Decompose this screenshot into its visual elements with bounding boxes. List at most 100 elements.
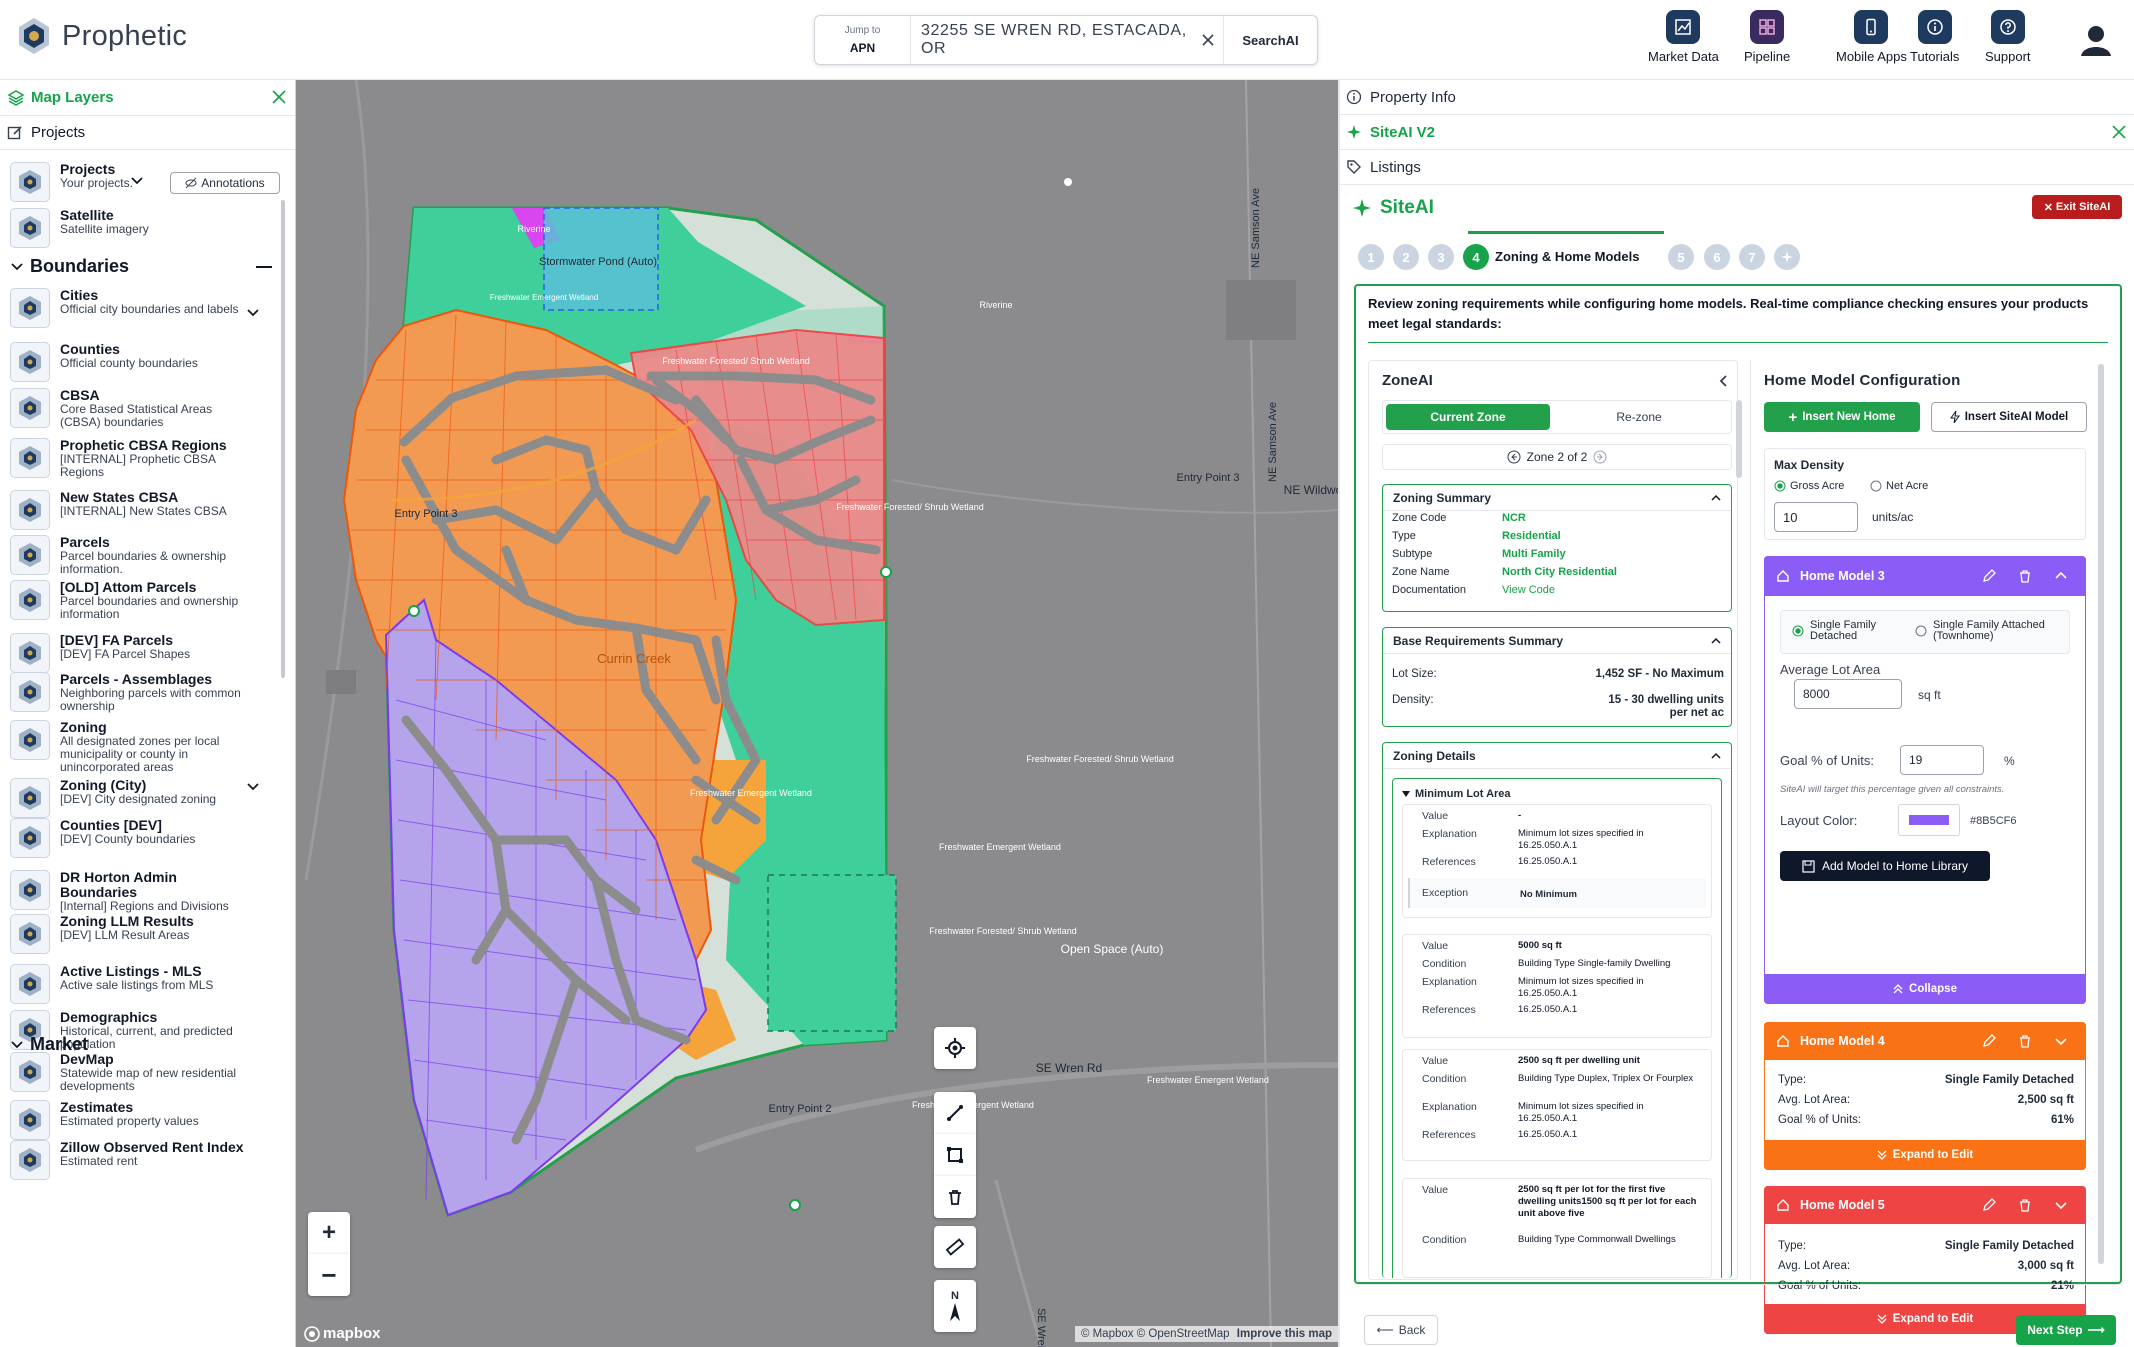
layer-item[interactable]: [OLD] Attom Parcels Parcel boundaries and… [10, 580, 288, 621]
model4-expand-button[interactable]: Expand to Edit [1764, 1140, 2086, 1170]
add-to-home-library-button[interactable]: Add Model to Home Library [1780, 851, 1990, 881]
searchai-button[interactable]: SearchAI [1223, 16, 1317, 64]
zoom-out-icon[interactable]: − [308, 1254, 350, 1296]
pencil-icon[interactable] [1982, 569, 1996, 588]
minimum-lot-area-header[interactable]: Minimum Lot Area [1402, 788, 1511, 800]
pencil-icon[interactable] [1982, 1034, 1996, 1053]
layer-list-scrollbar[interactable] [281, 200, 285, 678]
delete-icon[interactable] [2018, 569, 2032, 588]
max-density-input[interactable]: 10 [1774, 502, 1858, 532]
draw-polygon-icon[interactable] [934, 1134, 976, 1176]
layer-item[interactable]: Satellite Satellite imagery [10, 208, 288, 248]
nav-market-data[interactable]: Market Data [1648, 10, 1719, 64]
layer-item[interactable]: Counties Official county boundaries [10, 342, 288, 382]
home-model-scrollbar[interactable] [2098, 364, 2104, 1264]
attribution-text[interactable]: © Mapbox © OpenStreetMap [1081, 1328, 1230, 1340]
layer-item[interactable]: [DEV] FA Parcels [DEV] FA Parcel Shapes [10, 633, 288, 673]
chevron-left-icon[interactable] [1718, 374, 1730, 393]
chevron-down-icon[interactable] [130, 174, 144, 193]
chevron-down-icon[interactable] [2054, 1198, 2068, 1217]
pencil-icon[interactable] [1982, 1198, 1996, 1217]
improve-map-link[interactable]: Improve this map [1237, 1328, 1332, 1340]
jump-to-select[interactable]: Jump to APN [815, 16, 911, 64]
nav-tutorials[interactable]: Tutorials [1910, 10, 1959, 64]
tab-listings[interactable]: Listings [1340, 150, 2134, 185]
home-model-5-header[interactable]: Home Model 5 [1764, 1186, 2086, 1224]
home-model-3-header[interactable]: Home Model 3 [1764, 556, 2086, 596]
clear-search-icon[interactable] [1193, 16, 1223, 64]
collapse-button[interactable]: Collapse [1764, 974, 2086, 1004]
home-model-4-header[interactable]: Home Model 4 [1764, 1022, 2086, 1060]
rezone-tab[interactable]: Re-zone [1550, 404, 1728, 430]
market-section-header[interactable]: Market [10, 1034, 88, 1055]
chevron-up-icon[interactable] [2054, 569, 2068, 588]
nav-pipeline[interactable]: Pipeline [1744, 10, 1790, 64]
address-search-input[interactable]: 32255 SE WREN RD, ESTACADA, OR [911, 16, 1193, 64]
layer-item[interactable]: Zestimates Estimated property values [10, 1100, 288, 1140]
layer-item[interactable]: Zoning All designated zones per local mun… [10, 720, 288, 774]
step-2[interactable]: 2 [1393, 244, 1419, 270]
annotations-button[interactable]: Annotations [170, 172, 280, 194]
chevron-down-icon[interactable] [246, 780, 260, 799]
delete-icon[interactable] [2018, 1198, 2032, 1217]
chevron-down-icon[interactable] [246, 306, 260, 325]
gross-acre-radio[interactable]: Gross Acre [1774, 480, 1844, 492]
layer-item[interactable]: Parcels - Assemblages Neighboring parcels… [10, 672, 288, 713]
brand-logo[interactable]: Prophetic [16, 16, 187, 56]
layer-item[interactable]: DevMap Statewide map of new residential d… [10, 1052, 288, 1093]
step-final-sparkle-icon[interactable] [1774, 244, 1800, 270]
user-avatar-icon[interactable] [2076, 20, 2116, 65]
nav-mobile-apps[interactable]: Mobile Apps [1836, 10, 1907, 64]
view-code-link[interactable]: View Code [1502, 584, 1555, 596]
site-plan-map[interactable]: Stormwater Pond (Auto) Riverine Riverine… [296, 80, 1338, 1347]
step-5[interactable]: 5 [1668, 244, 1694, 270]
layer-item[interactable]: New States CBSA [INTERNAL] New States CBS… [10, 490, 288, 530]
goal-units-input[interactable]: 19 [1900, 745, 1984, 775]
step-1[interactable]: 1 [1358, 244, 1384, 270]
arrow-left-circle-icon[interactable] [1507, 450, 1521, 464]
zoom-in-icon[interactable]: + [308, 1212, 350, 1254]
layer-item[interactable]: DR Horton Admin Boundaries [Internal] Reg… [10, 870, 288, 913]
exit-siteai-button[interactable]: ✕ Exit SiteAI [2032, 195, 2122, 219]
locate-icon[interactable] [934, 1027, 976, 1069]
boundaries-section-header[interactable]: Boundaries [10, 256, 129, 277]
current-zone-tab[interactable]: Current Zone [1386, 404, 1550, 430]
chevron-down-icon[interactable] [2054, 1034, 2068, 1053]
arrow-right-circle-icon[interactable] [1593, 450, 1607, 464]
ruler-icon[interactable] [934, 1226, 976, 1268]
close-siteai-icon[interactable] [2112, 125, 2126, 144]
projects-link[interactable]: Projects [0, 116, 295, 150]
delete-icon[interactable] [2018, 1034, 2032, 1053]
next-step-button[interactable]: Next Step ⟶ [2016, 1315, 2116, 1345]
layer-item[interactable]: Zillow Observed Rent Index Estimated rent [10, 1140, 288, 1180]
compass-icon[interactable]: N [934, 1280, 976, 1332]
zoning-details-header[interactable]: Zoning Details [1383, 743, 1731, 769]
draw-line-icon[interactable] [934, 1092, 976, 1134]
step-3[interactable]: 3 [1428, 244, 1454, 270]
single-family-detached-radio[interactable]: Single Family Detached [1792, 620, 1890, 642]
tab-siteai-v2[interactable]: SiteAI V2 [1340, 115, 2134, 150]
layout-color-picker[interactable] [1898, 804, 1960, 836]
step-6[interactable]: 6 [1704, 244, 1730, 270]
layer-item[interactable]: Prophetic CBSA Regions [INTERNAL] Prophet… [10, 438, 288, 479]
zoning-summary-header[interactable]: Zoning Summary [1383, 485, 1731, 511]
map-canvas[interactable]: Stormwater Pond (Auto) Riverine Riverine… [296, 80, 1338, 1347]
average-lot-area-input[interactable]: 8000 [1794, 679, 1902, 709]
insert-new-home-button[interactable]: + Insert New Home [1764, 402, 1920, 432]
layer-item[interactable]: CBSA Core Based Statistical Areas (CBSA) … [10, 388, 288, 429]
zoneai-scrollbar[interactable] [1736, 400, 1742, 478]
collapse-section-icon[interactable] [256, 266, 272, 268]
trash-icon[interactable] [934, 1176, 976, 1218]
layer-item[interactable]: Counties [DEV] [DEV] County boundaries [10, 818, 288, 858]
step-4[interactable]: 4 [1463, 244, 1489, 270]
base-requirements-header[interactable]: Base Requirements Summary [1383, 628, 1731, 654]
step-7[interactable]: 7 [1739, 244, 1765, 270]
single-family-attached-radio[interactable]: Single Family Attached (Townhome) [1915, 620, 2073, 642]
back-button[interactable]: ⟵ Back [1364, 1315, 1438, 1345]
layer-item[interactable]: Zoning LLM Results [DEV] LLM Result Areas [10, 914, 288, 954]
net-acre-radio[interactable]: Net Acre [1870, 480, 1928, 492]
close-layers-icon[interactable] [272, 90, 286, 109]
layer-item[interactable]: Parcels Parcel boundaries & ownership inf… [10, 535, 288, 576]
layer-item[interactable]: Active Listings - MLS Active sale listing… [10, 964, 288, 1004]
insert-siteai-model-button[interactable]: Insert SiteAI Model [1931, 402, 2087, 432]
